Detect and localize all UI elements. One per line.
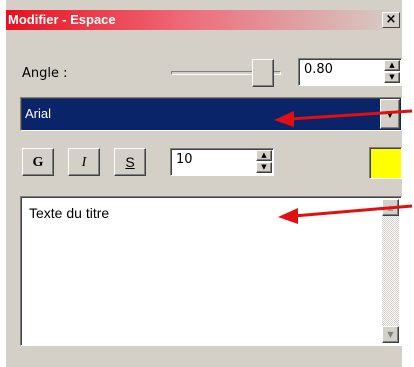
annotation-arrow-font xyxy=(274,109,413,127)
annotation-arrow-text xyxy=(278,204,413,224)
annotation-arrows xyxy=(274,109,413,224)
